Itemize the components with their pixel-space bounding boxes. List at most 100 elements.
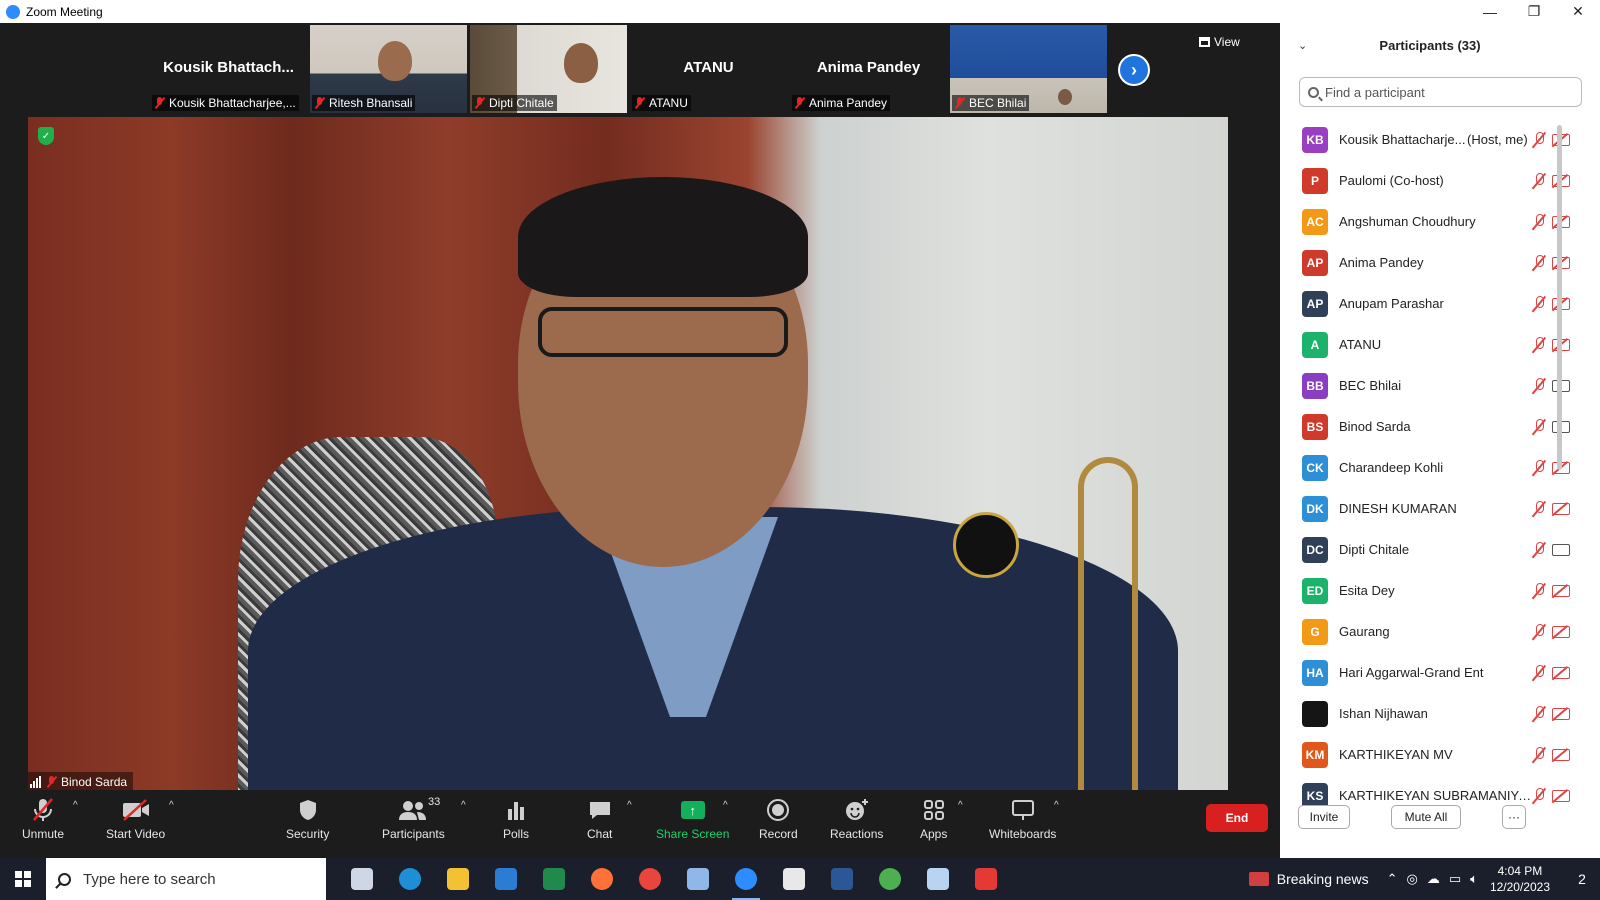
participant-row[interactable]: DK DINESH KUMARAN <box>1280 488 1590 529</box>
mic-muted-icon[interactable] <box>1532 746 1546 763</box>
mic-muted-icon[interactable] <box>1532 582 1546 599</box>
onedrive-icon[interactable]: ☁ <box>1427 871 1440 887</box>
news-widget[interactable]: Breaking news <box>1248 871 1369 887</box>
video-off-icon[interactable] <box>1552 625 1570 638</box>
reactions-button[interactable]: Reactions <box>830 796 883 841</box>
participant-tile[interactable]: Ritesh Bhansali <box>310 25 467 113</box>
minimize-button[interactable]: — <box>1468 0 1512 23</box>
share-options-caret-icon[interactable]: ^ <box>723 800 728 811</box>
mic-muted-icon[interactable] <box>1532 213 1546 230</box>
apps-button[interactable]: Apps <box>920 796 947 841</box>
whiteboards-button[interactable]: Whiteboards <box>989 796 1056 841</box>
participant-row[interactable]: ED Esita Dey <box>1280 570 1590 611</box>
chrome-profile-icon[interactable] <box>866 858 914 900</box>
mic-muted-icon[interactable] <box>1532 254 1546 271</box>
participant-row[interactable]: AP Anupam Parashar <box>1280 283 1590 324</box>
video-off-icon[interactable] <box>1552 707 1570 720</box>
mic-muted-icon[interactable] <box>1532 418 1546 435</box>
whiteboards-options-caret-icon[interactable]: ^ <box>1054 800 1059 811</box>
view-button[interactable]: View <box>1199 35 1240 49</box>
audio-options-caret-icon[interactable]: ^ <box>73 800 78 811</box>
chat-button[interactable]: Chat <box>587 796 612 841</box>
mic-muted-icon[interactable] <box>1532 336 1546 353</box>
video-off-icon[interactable] <box>1552 748 1570 761</box>
file-explorer-icon[interactable] <box>434 858 482 900</box>
mail-app-icon[interactable] <box>914 858 962 900</box>
video-camera-icon[interactable] <box>1552 543 1570 556</box>
mic-muted-icon[interactable] <box>1532 459 1546 476</box>
participant-list-scrollbar[interactable] <box>1557 125 1562 470</box>
task-view-icon[interactable] <box>338 858 386 900</box>
chat-options-caret-icon[interactable]: ^ <box>627 800 632 811</box>
mute-all-button[interactable]: Mute All <box>1391 805 1461 829</box>
start-button[interactable] <box>0 858 46 900</box>
mic-muted-icon[interactable] <box>1532 705 1546 722</box>
mic-muted-icon[interactable] <box>1532 131 1546 148</box>
participant-row[interactable]: CK Charandeep Kohli <box>1280 447 1590 488</box>
participant-row[interactable]: KM KARTHIKEYAN MV <box>1280 734 1590 775</box>
mic-muted-icon[interactable] <box>1532 500 1546 517</box>
clock[interactable]: 4:04 PM 12/20/2023 <box>1490 863 1550 895</box>
apps-options-caret-icon[interactable]: ^ <box>958 800 963 811</box>
participant-row[interactable]: Ishan Nijhawan <box>1280 693 1590 734</box>
notifications-button[interactable]: 2 <box>1564 858 1600 900</box>
edge-icon[interactable] <box>386 858 434 900</box>
taskbar-search[interactable]: Type here to search <box>46 858 326 900</box>
participant-row[interactable]: BB BEC Bhilai <box>1280 365 1590 406</box>
next-page-arrow-icon[interactable]: › <box>1118 54 1150 86</box>
end-meeting-button[interactable]: End <box>1206 804 1268 832</box>
encryption-shield-icon[interactable]: ✓ <box>38 127 54 145</box>
security-button[interactable]: Security <box>286 796 329 841</box>
share-screen-button[interactable]: ↑ Share Screen <box>656 796 729 841</box>
video-off-icon[interactable] <box>1552 584 1570 597</box>
participants-options-caret-icon[interactable]: ^ <box>461 800 466 811</box>
invite-button[interactable]: Invite <box>1298 805 1350 829</box>
zoom-icon[interactable] <box>722 858 770 900</box>
participant-row[interactable]: G Gaurang <box>1280 611 1590 652</box>
participant-row[interactable]: A ATANU <box>1280 324 1590 365</box>
meet-now-icon[interactable]: ◎ <box>1406 871 1417 887</box>
participant-row[interactable]: KB Kousik Bhattacharje... (Host, me) <box>1280 119 1590 160</box>
unmute-button[interactable]: Unmute <box>22 796 64 841</box>
participant-row[interactable]: AC Angshuman Choudhury <box>1280 201 1590 242</box>
network-icon[interactable]: ▭ <box>1449 871 1461 887</box>
polls-button[interactable]: Polls <box>503 796 529 841</box>
mic-muted-icon[interactable] <box>1532 541 1546 558</box>
mic-muted-icon[interactable] <box>1532 172 1546 189</box>
participant-tile[interactable]: BEC Bhilai <box>950 25 1107 113</box>
store-icon[interactable] <box>770 858 818 900</box>
paint-icon[interactable] <box>674 858 722 900</box>
chrome-icon[interactable] <box>626 858 674 900</box>
participant-tile[interactable]: Kousik Bhattach... Kousik Bhattacharjee,… <box>150 25 307 113</box>
close-button[interactable]: ✕ <box>1556 0 1600 23</box>
participant-tile[interactable]: Dipti Chitale <box>470 25 627 113</box>
participant-row[interactable]: KS KARTHIKEYAN SUBRAMANIYAM <box>1280 775 1590 809</box>
participants-button[interactable]: 33 Participants <box>382 796 445 841</box>
participant-row[interactable]: BS Binod Sarda <box>1280 406 1590 447</box>
participant-tile[interactable]: ATANU ATANU <box>630 25 787 113</box>
participant-row[interactable]: DC Dipti Chitale <box>1280 529 1590 570</box>
chevron-up-icon[interactable]: ⌃ <box>1387 871 1398 887</box>
anydesk-icon[interactable] <box>962 858 1010 900</box>
excel-icon[interactable] <box>530 858 578 900</box>
participant-tile[interactable]: Anima Pandey Anima Pandey <box>790 25 947 113</box>
participant-row[interactable]: HA Hari Aggarwal-Grand Ent <box>1280 652 1590 693</box>
participant-search-input[interactable] <box>1325 84 1565 100</box>
word-icon[interactable] <box>818 858 866 900</box>
mic-muted-icon[interactable] <box>1532 664 1546 681</box>
restore-button[interactable]: ❐ <box>1512 0 1556 23</box>
video-off-icon[interactable] <box>1552 789 1570 802</box>
video-off-icon[interactable] <box>1552 666 1570 679</box>
participant-row[interactable]: AP Anima Pandey <box>1280 242 1590 283</box>
video-off-icon[interactable] <box>1552 502 1570 515</box>
volume-icon[interactable]: 🔈︎ <box>1470 871 1478 887</box>
more-options-icon[interactable]: ··· <box>1502 805 1526 829</box>
mic-muted-icon[interactable] <box>1532 295 1546 312</box>
mic-muted-icon[interactable] <box>1532 623 1546 640</box>
start-video-button[interactable]: Start Video <box>106 796 165 841</box>
participant-search[interactable] <box>1299 77 1582 107</box>
participant-row[interactable]: P Paulomi (Co-host) <box>1280 160 1590 201</box>
firefox-icon[interactable] <box>578 858 626 900</box>
video-options-caret-icon[interactable]: ^ <box>169 800 174 811</box>
record-button[interactable]: Record <box>759 796 798 841</box>
